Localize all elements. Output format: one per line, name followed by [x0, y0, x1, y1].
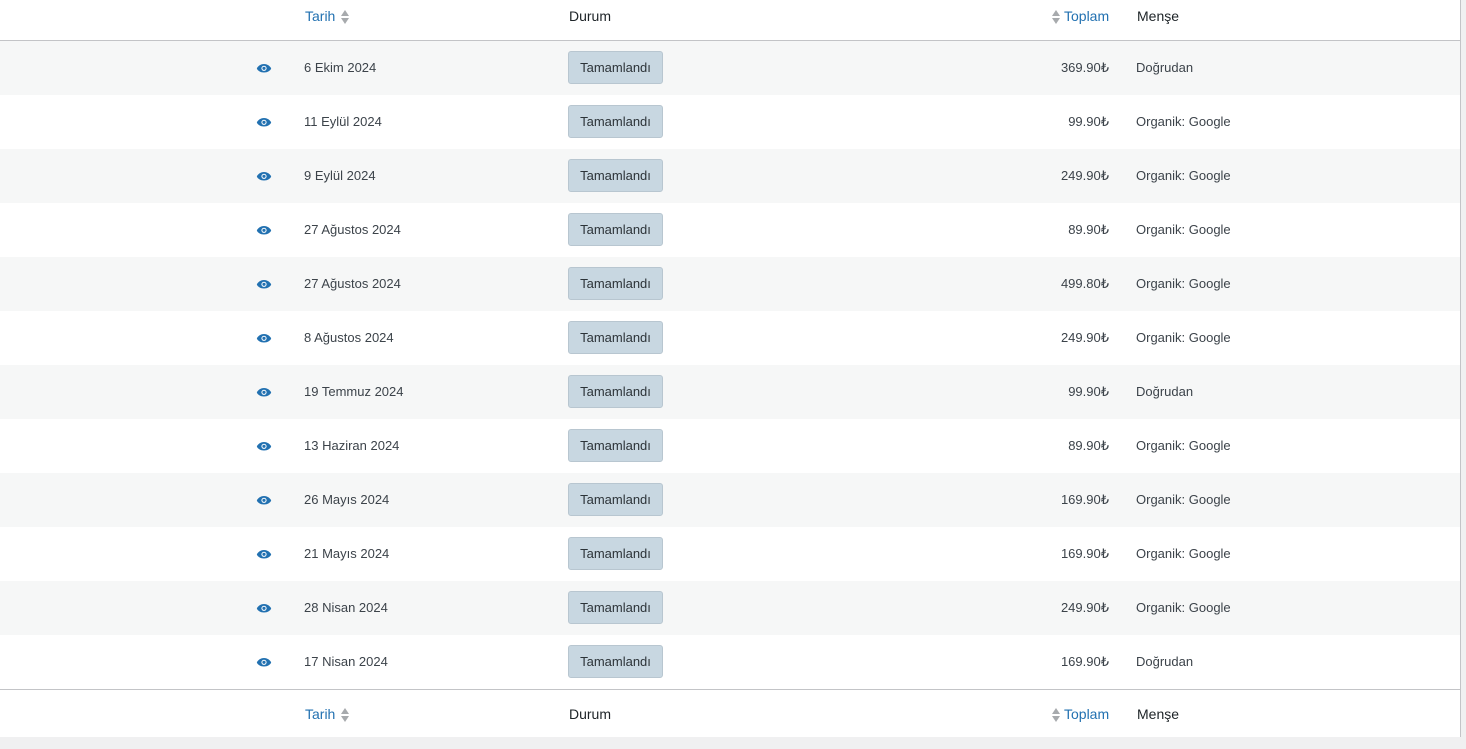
order-date: 21 Mayıs 2024 [304, 546, 390, 561]
eye-icon[interactable] [256, 62, 272, 74]
status-badge[interactable]: Tamamlandı [568, 267, 663, 300]
table-footer: Tarih Durum Toplam Menşe [0, 689, 1460, 737]
column-header-date-label: Tarih [305, 8, 336, 24]
eye-icon[interactable] [256, 440, 272, 452]
table-row: 27 Ağustos 2024 Tamamlandı 499.80₺ Organik:… [0, 257, 1460, 311]
eye-icon[interactable] [256, 170, 272, 182]
order-origin: Organik: Google [1136, 438, 1231, 453]
eye-icon[interactable] [256, 332, 272, 344]
table-header: Tarih Durum Toplam Menşe [0, 0, 1460, 41]
sort-arrows-icon [1052, 707, 1061, 723]
eye-icon[interactable] [256, 602, 272, 614]
eye-icon[interactable] [256, 278, 272, 290]
order-origin: Organik: Google [1136, 222, 1231, 237]
status-badge[interactable]: Tamamlandı [568, 483, 663, 516]
order-date: 27 Ağustos 2024 [304, 276, 401, 291]
order-origin: Organik: Google [1136, 330, 1231, 345]
order-total: 169.90₺ [1060, 546, 1109, 561]
table-row: 21 Mayıs 2024 Tamamlandı 169.90₺ Organik: G… [0, 527, 1460, 581]
order-date: 8 Ağustos 2024 [304, 330, 394, 345]
column-footer-total-label: Toplam [1064, 706, 1110, 722]
order-total: 249.90₺ [1060, 600, 1109, 615]
order-origin: Doğrudan [1136, 60, 1194, 75]
order-total: 169.90₺ [1060, 654, 1109, 669]
column-header-total[interactable]: Toplam [1052, 6, 1109, 26]
order-origin: Organik: Google [1136, 114, 1231, 129]
order-origin: Organik: Google [1136, 546, 1231, 561]
status-badge[interactable]: Tamamlandı [568, 321, 663, 354]
order-date: 6 Ekim 2024 [304, 60, 377, 75]
table-row: 19 Temmuz 2024 Tamamlandı 99.90₺ Doğrudan [0, 365, 1460, 419]
order-date: 19 Temmuz 2024 [304, 384, 404, 399]
status-badge[interactable]: Tamamlandı [568, 429, 663, 462]
status-badge[interactable]: Tamamlandı [568, 645, 663, 678]
status-badge[interactable]: Tamamlandı [568, 51, 663, 84]
sort-arrows-icon [341, 707, 350, 723]
order-total: 99.90₺ [1068, 384, 1109, 399]
table-row: 11 Eylül 2024 Tamamlandı 99.90₺ Organik: Go… [0, 95, 1460, 149]
sort-arrows-icon [341, 9, 350, 25]
column-footer-origin: Menşe [1137, 706, 1180, 722]
eye-icon[interactable] [256, 116, 272, 128]
column-footer-status: Durum [569, 706, 612, 722]
order-total: 89.90₺ [1068, 438, 1109, 453]
column-header-origin: Menşe [1137, 8, 1180, 24]
orders-table: Tarih Durum Toplam Menşe 6 Ekim 2024 Tama… [0, 0, 1461, 737]
column-header-status: Durum [569, 8, 612, 24]
column-header-date[interactable]: Tarih [305, 6, 350, 26]
table-row: 27 Ağustos 2024 Tamamlandı 89.90₺ Organik: … [0, 203, 1460, 257]
order-date: 13 Haziran 2024 [304, 438, 400, 453]
order-origin: Organik: Google [1136, 168, 1231, 183]
order-total: 169.90₺ [1060, 492, 1109, 507]
table-row: 26 Mayıs 2024 Tamamlandı 169.90₺ Organik: G… [0, 473, 1460, 527]
order-date: 11 Eylül 2024 [304, 114, 382, 129]
column-footer-date-label: Tarih [305, 706, 336, 722]
order-total: 249.90₺ [1060, 330, 1109, 345]
order-origin: Organik: Google [1136, 600, 1231, 615]
status-badge[interactable]: Tamamlandı [568, 213, 663, 246]
eye-icon[interactable] [256, 224, 272, 236]
sort-arrows-icon [1052, 9, 1061, 25]
status-badge[interactable]: Tamamlandı [568, 537, 663, 570]
order-date: 9 Eylül 2024 [304, 168, 376, 183]
order-total: 249.90₺ [1060, 168, 1109, 183]
column-footer-date[interactable]: Tarih [305, 704, 350, 724]
status-badge[interactable]: Tamamlandı [568, 591, 663, 624]
order-origin: Organik: Google [1136, 492, 1231, 507]
order-origin: Doğrudan [1136, 384, 1194, 399]
order-date: 26 Mayıs 2024 [304, 492, 390, 507]
order-total: 89.90₺ [1068, 222, 1109, 237]
order-date: 28 Nisan 2024 [304, 600, 388, 615]
order-total: 499.80₺ [1060, 276, 1109, 291]
order-total: 369.90₺ [1060, 60, 1109, 75]
eye-icon[interactable] [256, 386, 272, 398]
eye-icon[interactable] [256, 548, 272, 560]
column-header-total-label: Toplam [1064, 8, 1110, 24]
order-total: 99.90₺ [1068, 114, 1109, 129]
eye-icon[interactable] [256, 656, 272, 668]
eye-icon[interactable] [256, 494, 272, 506]
column-footer-total[interactable]: Toplam [1052, 704, 1109, 724]
order-origin: Organik: Google [1136, 276, 1231, 291]
status-badge[interactable]: Tamamlandı [568, 159, 663, 192]
order-origin: Doğrudan [1136, 654, 1194, 669]
table-row: 9 Eylül 2024 Tamamlandı 249.90₺ Organik: Go… [0, 149, 1460, 203]
table-row: 28 Nisan 2024 Tamamlandı 249.90₺ Organik: G… [0, 581, 1460, 635]
order-date: 27 Ağustos 2024 [304, 222, 401, 237]
table-body: 6 Ekim 2024 Tamamlandı 369.90₺ Doğrudan 11 E… [0, 41, 1460, 689]
order-date: 17 Nisan 2024 [304, 654, 388, 669]
status-badge[interactable]: Tamamlandı [568, 375, 663, 408]
status-badge[interactable]: Tamamlandı [568, 105, 663, 138]
table-row: 13 Haziran 2024 Tamamlandı 89.90₺ Organik: … [0, 419, 1460, 473]
table-row: 17 Nisan 2024 Tamamlandı 169.90₺ Doğrudan [0, 635, 1460, 689]
table-row: 8 Ağustos 2024 Tamamlandı 249.90₺ Organik: … [0, 311, 1460, 365]
table-row: 6 Ekim 2024 Tamamlandı 369.90₺ Doğrudan [0, 41, 1460, 95]
